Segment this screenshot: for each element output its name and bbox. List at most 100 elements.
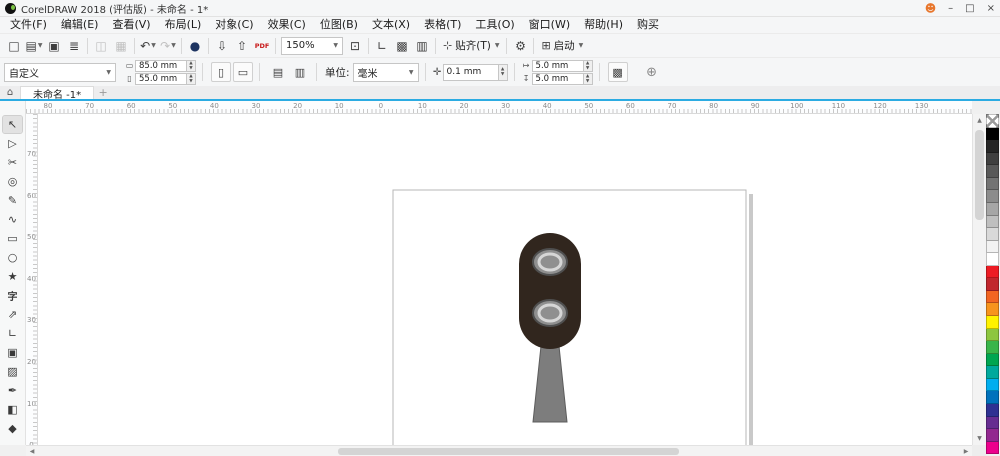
color-swatch-11[interactable]: [986, 265, 999, 279]
import-button[interactable]: ⇩: [212, 36, 232, 56]
vertical-scrollbar[interactable]: ▲ ▼: [972, 114, 986, 445]
menu-item-7[interactable]: 文本(X): [365, 17, 417, 33]
redo-button[interactable]: ↷ ▼: [158, 36, 178, 56]
close-button[interactable]: ×: [987, 3, 995, 14]
menu-item-11[interactable]: 帮助(H): [577, 17, 630, 33]
nudge-input[interactable]: 0.1 mm: [442, 63, 499, 81]
page-height-spinner[interactable]: ▲ ▼: [187, 72, 196, 85]
home-button[interactable]: ⌂: [0, 86, 20, 99]
color-swatch-10[interactable]: [986, 253, 999, 266]
show-rulers-button[interactable]: ∟: [372, 36, 392, 56]
scroll-up-icon[interactable]: ▲: [973, 114, 986, 127]
portrait-button[interactable]: ▯: [211, 62, 231, 82]
color-swatch-6[interactable]: [986, 202, 999, 216]
vertical-scroll-thumb[interactable]: [975, 130, 984, 220]
document-tab[interactable]: 未命名 -1*: [20, 86, 95, 101]
menu-item-4[interactable]: 对象(C): [208, 17, 260, 33]
color-swatch-23[interactable]: [986, 416, 999, 430]
eyedropper-tool[interactable]: ✒: [3, 382, 22, 399]
menu-item-5[interactable]: 效果(C): [261, 17, 313, 33]
drop-shadow-tool[interactable]: ▣: [3, 344, 22, 361]
transparency-tool[interactable]: ▨: [3, 363, 22, 380]
duplicate-x-spinner[interactable]: ▲ ▼: [583, 59, 593, 72]
page-width-input[interactable]: 85.0 mm: [135, 59, 187, 72]
units-select[interactable]: 毫米 ▼: [352, 62, 419, 82]
fullscreen-preview-button[interactable]: ⊡: [345, 36, 365, 56]
new-tab-button[interactable]: +: [94, 86, 112, 99]
paste-button[interactable]: ▦: [111, 36, 131, 56]
canvas-viewport[interactable]: [38, 114, 972, 445]
color-swatch-17[interactable]: [986, 341, 999, 354]
color-swatch-15[interactable]: [986, 316, 999, 329]
color-swatch-2[interactable]: [986, 152, 999, 166]
horizontal-ruler[interactable]: 80 70 60 50 40 30 20 10 0 10 20 30 40 50 60 70 80 90 100 11…: [26, 101, 972, 114]
pick-tool[interactable]: ↖: [2, 115, 23, 134]
color-swatch-4[interactable]: [986, 177, 999, 191]
color-swatch-14[interactable]: [986, 303, 999, 316]
menu-item-6[interactable]: 位图(B): [313, 17, 365, 33]
duplicate-x-input[interactable]: 5.0 mm: [531, 59, 584, 72]
snap-to-button[interactable]: ⊹ 贴齐(T) ▼: [439, 36, 503, 56]
color-swatch-16[interactable]: [986, 328, 999, 342]
artistic-media-tool[interactable]: ∿: [3, 211, 22, 228]
treat-as-filled-button[interactable]: ▩: [607, 62, 628, 82]
scroll-down-icon[interactable]: ▼: [973, 432, 986, 445]
color-swatch-3[interactable]: [986, 165, 999, 178]
color-swatch-25[interactable]: [986, 441, 999, 455]
color-swatch-1[interactable]: [986, 140, 999, 153]
menu-item-3[interactable]: 布局(L): [158, 17, 209, 33]
horizontal-scrollbar[interactable]: ◀ ▶: [26, 445, 972, 456]
open-button[interactable]: ▤ ▼: [24, 36, 44, 56]
connector-tool[interactable]: ∟: [3, 325, 22, 342]
zoom-level-combo[interactable]: 150% ▼: [281, 36, 343, 55]
options-button[interactable]: ⚙: [510, 36, 530, 56]
color-swatch-24[interactable]: [986, 429, 999, 442]
polygon-tool[interactable]: ★: [3, 268, 22, 285]
new-document-button[interactable]: □: [4, 36, 24, 56]
page-width-spinner[interactable]: ▲ ▼: [187, 59, 196, 72]
print-button[interactable]: ≣: [64, 36, 84, 56]
menu-item-8[interactable]: 表格(T): [417, 17, 468, 33]
undo-button[interactable]: ↶ ▼: [138, 36, 158, 56]
menu-item-10[interactable]: 窗口(W): [522, 17, 577, 33]
color-swatch-8[interactable]: [986, 228, 999, 241]
search-content-button[interactable]: ●: [185, 36, 205, 56]
shape-tool[interactable]: ▷: [3, 135, 22, 152]
menu-item-2[interactable]: 查看(V): [105, 17, 157, 33]
horizontal-scroll-thumb[interactable]: [338, 448, 679, 455]
scroll-right-icon[interactable]: ▶: [960, 446, 972, 456]
crop-tool[interactable]: ✂: [3, 154, 22, 171]
page-height-input[interactable]: 55.0 mm: [135, 72, 187, 85]
duplicate-y-input[interactable]: 5.0 mm: [531, 72, 584, 85]
launch-button[interactable]: ⊞ 启动 ▼: [537, 36, 587, 56]
save-button[interactable]: ▣: [44, 36, 64, 56]
duplicate-y-spinner[interactable]: ▲ ▼: [583, 72, 593, 85]
minimize-button[interactable]: –: [948, 3, 953, 14]
text-tool[interactable]: 字: [3, 287, 22, 304]
nudge-spinner[interactable]: ▲ ▼: [498, 63, 508, 81]
color-swatch-19[interactable]: [986, 366, 999, 379]
color-swatch-12[interactable]: [986, 278, 999, 291]
current-page-button[interactable]: ▥: [290, 62, 310, 82]
color-swatch-21[interactable]: [986, 391, 999, 404]
page-preset-select[interactable]: 自定义 ▼: [4, 62, 116, 82]
color-swatch-22[interactable]: [986, 403, 999, 417]
maximize-button[interactable]: □: [965, 3, 974, 14]
show-guidelines-button[interactable]: ▥: [412, 36, 432, 56]
dimension-tool[interactable]: ⇗: [3, 306, 22, 323]
color-swatch-13[interactable]: [986, 290, 999, 304]
scroll-left-icon[interactable]: ◀: [26, 446, 38, 456]
menu-item-0[interactable]: 文件(F): [3, 17, 54, 33]
landscape-button[interactable]: ▭: [233, 62, 253, 82]
menu-item-9[interactable]: 工具(O): [468, 17, 521, 33]
smart-fill-tool[interactable]: ◆: [3, 420, 22, 437]
color-swatch-0[interactable]: [986, 127, 999, 141]
copy-button[interactable]: ◫: [91, 36, 111, 56]
publish-pdf-button[interactable]: PDF: [252, 36, 272, 56]
interactive-fill-tool[interactable]: ◧: [3, 401, 22, 418]
rectangle-tool[interactable]: ▭: [3, 230, 22, 247]
launcher-circle-button[interactable]: ⊕: [642, 62, 662, 82]
freehand-tool[interactable]: ✎: [3, 192, 22, 209]
show-grid-button[interactable]: ▩: [392, 36, 412, 56]
zoom-tool[interactable]: ◎: [3, 173, 22, 190]
